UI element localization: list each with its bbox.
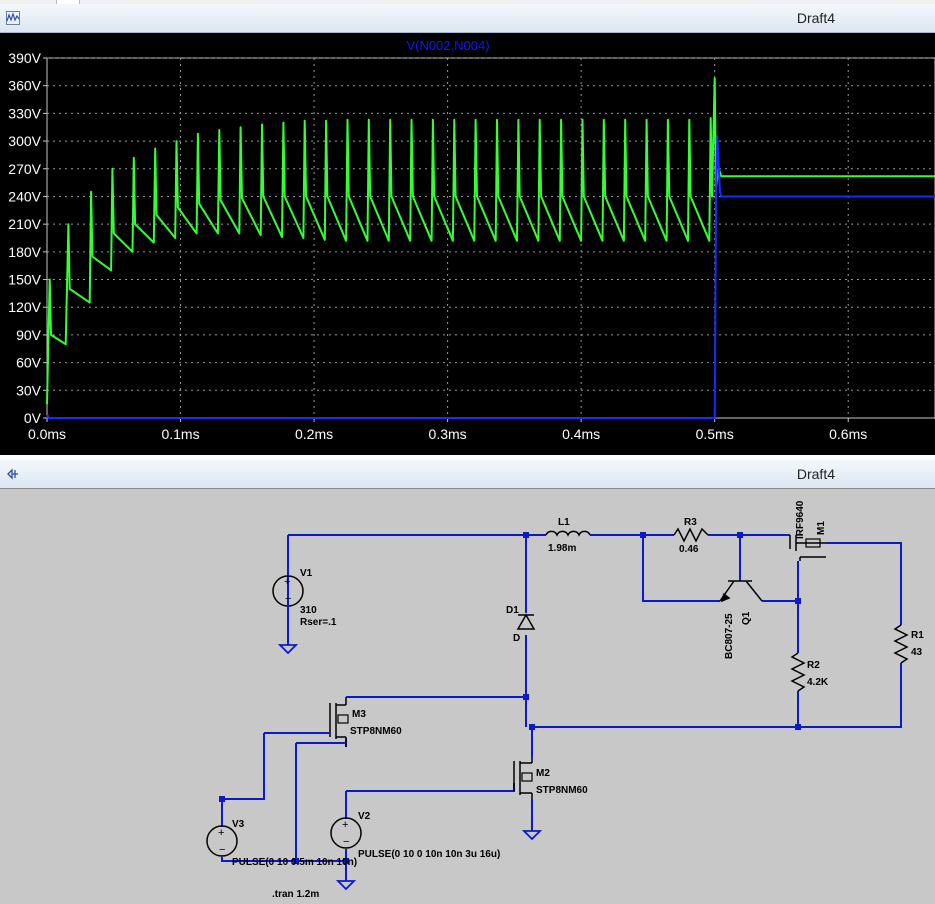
d1-name: D1 — [506, 605, 519, 616]
y-tick-label: 150V — [8, 272, 41, 288]
r2-name: R2 — [807, 660, 820, 671]
y-tick-label: 90V — [16, 327, 42, 343]
x-tick-label: 0.3ms — [429, 426, 467, 442]
svg-text:+: + — [284, 576, 290, 588]
y-tick-label: 60V — [16, 355, 42, 371]
wire — [826, 542, 902, 625]
m3-name: M3 — [352, 709, 366, 720]
v1-name: V1 — [300, 568, 313, 579]
q1-name: Q1 — [741, 611, 752, 625]
svg-text:−: − — [343, 836, 349, 848]
voltage-source-v1[interactable]: + − — [272, 575, 304, 607]
y-tick-label: 30V — [16, 382, 42, 398]
resistor-r2[interactable] — [790, 652, 806, 692]
svg-text:−: − — [219, 844, 225, 856]
waveform-chart[interactable]: 0V 30V 60V 90V 120V 150V 180V 210V 240V 270V 300V 3… — [0, 33, 935, 455]
r3-name: R3 — [684, 517, 697, 528]
schematic-window[interactable]: Draft4 + − + − + − V1 310 Rser=.1 L1 1.9… — [0, 460, 935, 904]
x-tick-label: 0.2ms — [295, 426, 333, 442]
resistor-r3[interactable] — [673, 527, 709, 543]
junction — [529, 724, 535, 730]
trace-label[interactable]: V(N002,N004) — [406, 38, 489, 53]
junction — [795, 598, 801, 604]
m2-name: M2 — [536, 768, 550, 779]
schematic-icon — [7, 468, 18, 480]
r1-value[interactable]: 43 — [911, 647, 923, 658]
ground-symbol — [521, 830, 543, 841]
l1-value[interactable]: 1.98m — [548, 543, 576, 554]
m1-name: M1 — [816, 521, 827, 535]
inductor-l1[interactable] — [545, 530, 591, 537]
m1-model[interactable]: IRF9640 — [795, 500, 806, 539]
waveform-icon — [6, 11, 20, 25]
x-tick-label: 0.5ms — [696, 426, 734, 442]
y-tick-label: 120V — [8, 299, 41, 315]
diode-d1[interactable] — [516, 613, 536, 630]
r3-value[interactable]: 0.46 — [679, 544, 699, 555]
y-tick-label: 270V — [8, 161, 41, 177]
voltage-source-v2[interactable]: + − — [330, 817, 362, 849]
tran-directive[interactable]: .tran 1.2m — [272, 889, 319, 900]
voltage-source-v3[interactable]: + − — [206, 825, 238, 857]
chart-traces — [46, 77, 935, 419]
v1-rser[interactable]: Rser=.1 — [300, 617, 337, 628]
y-tick-label: 180V — [8, 244, 41, 260]
d1-model[interactable]: D — [513, 633, 520, 644]
schematic-titlebar[interactable]: Draft4 — [0, 460, 935, 489]
svg-text:−: − — [285, 593, 291, 605]
waveform-titlebar[interactable]: Draft4 — [0, 4, 935, 33]
mosfet-m2[interactable] — [513, 757, 533, 799]
chart-grid — [46, 57, 935, 419]
x-tick-label: 0.6ms — [829, 426, 867, 442]
schematic-window-title: Draft4 — [796, 466, 835, 482]
waveform-plot-area[interactable]: 0V 30V 60V 90V 120V 150V 180V 210V 240V 270V 300V 3… — [0, 33, 935, 455]
wires — [221, 534, 902, 881]
v1-value[interactable]: 310 — [300, 605, 317, 616]
schematic-canvas[interactable]: + − + − + − V1 310 Rser=.1 L1 1.98m R3 0… — [0, 488, 935, 904]
q1-model[interactable]: BC807-25 — [724, 613, 735, 659]
trace-green — [46, 77, 935, 405]
junction — [640, 532, 646, 538]
x-tick-label: 0.1ms — [161, 426, 199, 442]
mosfet-m3[interactable] — [264, 697, 349, 747]
resistor-r1[interactable] — [893, 624, 909, 664]
y-tick-label: 330V — [8, 105, 41, 121]
v2-value[interactable]: PULSE(0 10 0 10n 10n 3u 16u) — [358, 849, 500, 860]
y-tick-label: 300V — [8, 133, 41, 149]
m2-model[interactable]: STP8NM60 — [536, 785, 588, 796]
wire — [346, 783, 515, 792]
y-tick-label: 0V — [24, 410, 42, 426]
waveform-window-title: Draft4 — [796, 10, 835, 26]
wire — [221, 733, 265, 827]
junction — [737, 532, 743, 538]
schematic-drawing[interactable]: + − + − + − V1 310 Rser=.1 L1 1.98m R3 0… — [0, 489, 935, 904]
junction — [795, 724, 801, 730]
svg-text:+: + — [218, 827, 224, 839]
l1-name: L1 — [558, 517, 570, 528]
svg-text:+: + — [342, 819, 348, 831]
y-axis-ticks: 0V 30V 60V 90V 120V 150V 180V 210V 240V 270V 300V 3… — [8, 50, 47, 426]
m3-model[interactable]: STP8NM60 — [350, 726, 402, 737]
ground-symbol — [335, 880, 357, 891]
r1-name: R1 — [911, 630, 924, 641]
y-tick-label: 390V — [8, 50, 41, 66]
y-tick-label: 360V — [8, 78, 41, 94]
junction — [523, 532, 529, 538]
y-tick-label: 210V — [8, 216, 41, 232]
r2-value[interactable]: 4.2K — [807, 677, 829, 688]
x-tick-label: 0.4ms — [562, 426, 600, 442]
x-axis-ticks: 0.0ms 0.1ms 0.2ms 0.3ms 0.4ms 0.5ms 0.6ms — [28, 418, 867, 442]
junction — [523, 694, 529, 700]
v3-value[interactable]: PULSE(0 10 0.5m 10n 10n) — [232, 857, 357, 868]
junction — [219, 796, 225, 802]
y-tick-label: 240V — [8, 188, 41, 204]
wire — [532, 663, 902, 728]
v3-name: V3 — [232, 819, 245, 830]
transistor-q1[interactable] — [719, 579, 763, 603]
x-tick-label: 0.0ms — [28, 426, 66, 442]
v2-name: V2 — [358, 811, 371, 822]
ground-symbol — [277, 644, 299, 655]
waveform-window[interactable]: Draft4 0V 30V 60V 90V 120V 150V 180V 210V 240V 27… — [0, 4, 935, 455]
